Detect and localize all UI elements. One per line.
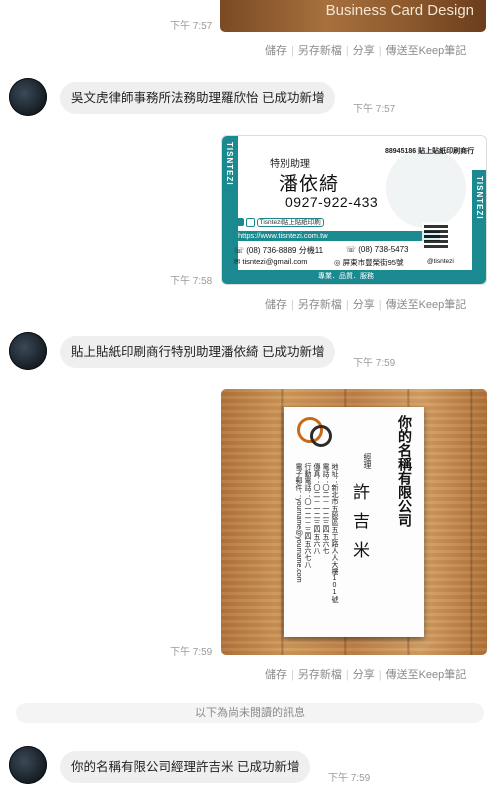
- message-time: 下午 7:57: [353, 104, 396, 115]
- instagram-icon: [245, 217, 255, 227]
- card-fax: 傳真：〇二－一二三四五六八: [313, 463, 320, 554]
- card-paper: 你的名稱有限公司 經理 許吉米 地址：新北市五股區五工路人人大樓101號 電話：…: [284, 407, 424, 637]
- card-name: 許吉米: [349, 483, 369, 570]
- save-as-link[interactable]: 另存新檔: [298, 45, 342, 57]
- message-time: 下午 7:57: [170, 21, 213, 32]
- save-link[interactable]: 儲存: [265, 299, 287, 311]
- keep-link[interactable]: 傳送至Keep筆記: [386, 299, 467, 311]
- image-actions: 儲存 | 另存新檔 | 分享 | 傳送至Keep筆記: [265, 299, 467, 311]
- card-email: ✉ tisntezi@gmail.com: [234, 257, 308, 266]
- qr-code-icon: [422, 222, 450, 250]
- facebook-icon: [236, 218, 244, 227]
- business-card-image[interactable]: TISNTEZI 88945186 貼上貼紙印刷商行 特別助理 潘依綺 0927…: [222, 136, 486, 284]
- message-time: 下午 7:58: [170, 276, 213, 287]
- save-link[interactable]: 儲存: [265, 45, 287, 57]
- card-name: 潘依綺: [279, 174, 340, 195]
- card-url: https://www.tisntezi.com.tw: [238, 231, 328, 240]
- card-mobile: 0927-922-433: [285, 194, 379, 210]
- card-phone: ☏ (08) 736-8889 分機11: [234, 246, 324, 255]
- card-watermark: [386, 148, 466, 228]
- unread-divider: 以下為尚未閱讀的訊息: [16, 703, 484, 723]
- card-address: 地址：新北市五股區五工路人人大樓101號: [331, 463, 338, 603]
- business-card-image[interactable]: Business Card Design: [220, 0, 486, 32]
- card-id-line: 88945186 貼上貼紙印刷商行: [385, 148, 475, 155]
- avatar[interactable]: [9, 746, 47, 784]
- keep-link[interactable]: 傳送至Keep筆記: [386, 669, 467, 681]
- card-title: 特別助理: [270, 159, 310, 170]
- avatar[interactable]: [9, 332, 47, 370]
- share-link[interactable]: 分享: [353, 669, 375, 681]
- card-mobile: 行動電話：〇一二－三四五六七八: [304, 463, 311, 568]
- card-brand-side: TISNTEZI: [225, 142, 234, 186]
- business-card-image[interactable]: 你的名稱有限公司 經理 許吉米 地址：新北市五股區五工路人人大樓101號 電話：…: [221, 389, 487, 655]
- card-footer: 專業．品質．服務: [318, 273, 374, 280]
- message-time: 下午 7:59: [170, 647, 213, 658]
- card-fax: ☏ (08) 738-5473: [346, 245, 409, 254]
- share-link[interactable]: 分享: [353, 45, 375, 57]
- keep-link[interactable]: 傳送至Keep筆記: [386, 45, 467, 57]
- company-name: 你的名稱有限公司: [396, 415, 412, 527]
- card-brand-side-right: TISNTEZI: [475, 176, 484, 220]
- message-bubble[interactable]: 你的名稱有限公司經理許吉米 已成功新增: [60, 751, 311, 783]
- message-time: 下午 7:59: [328, 773, 371, 784]
- card-address: ◎ 屏東市豐榮街95號: [334, 258, 404, 267]
- card-position: 經理: [363, 453, 372, 469]
- share-link[interactable]: 分享: [353, 299, 375, 311]
- message-time: 下午 7:59: [353, 358, 396, 369]
- card-email: 電子郵件：yourname@yourname.com: [295, 463, 302, 583]
- card-social: Tisntezi貼上貼紙印刷: [236, 216, 324, 227]
- card-ig: @tisntezi: [427, 258, 454, 265]
- save-link[interactable]: 儲存: [265, 669, 287, 681]
- image-actions: 儲存 | 另存新檔 | 分享 | 傳送至Keep筆記: [265, 669, 467, 681]
- rings-logo-icon: [297, 417, 333, 453]
- message-bubble[interactable]: 貼上貼紙印刷商行特別助理潘依綺 已成功新增: [60, 336, 336, 368]
- avatar[interactable]: [9, 78, 47, 116]
- save-as-link[interactable]: 另存新檔: [298, 669, 342, 681]
- unread-divider-label: 以下為尚未閱讀的訊息: [195, 707, 305, 719]
- image-actions: 儲存 | 另存新檔 | 分享 | 傳送至Keep筆記: [265, 45, 467, 57]
- save-as-link[interactable]: 另存新檔: [298, 299, 342, 311]
- card-tel: 電話：〇二－一二三四五六七: [322, 463, 329, 554]
- card-banner-text: Business Card Design: [325, 2, 474, 19]
- message-bubble[interactable]: 吳文虎律師事務所法務助理羅欣怡 已成功新增: [60, 82, 336, 114]
